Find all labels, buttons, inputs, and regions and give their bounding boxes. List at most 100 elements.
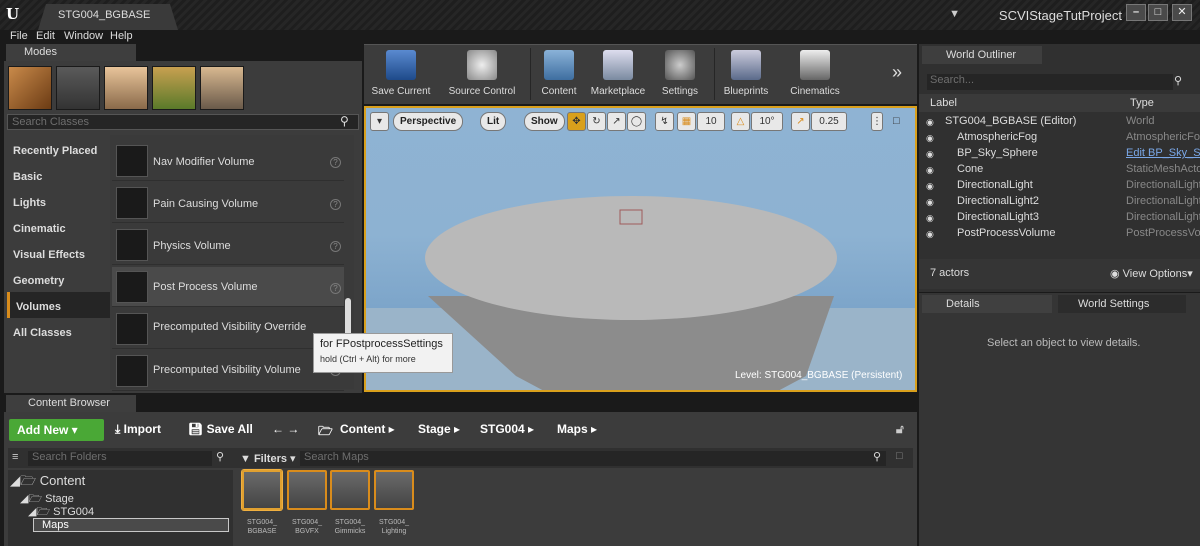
help-icon[interactable]: ?: [330, 283, 341, 294]
breadcrumb-maps[interactable]: Maps ▸: [557, 422, 597, 436]
save-current-button[interactable]: Save Current: [368, 48, 434, 100]
translate-icon[interactable]: ✥: [567, 112, 586, 131]
asset-thumbnail[interactable]: [287, 470, 327, 510]
lit-button[interactable]: Lit: [480, 112, 507, 131]
geometry-mode-icon[interactable]: [200, 66, 244, 110]
world-settings-tab[interactable]: World Settings: [1058, 295, 1186, 313]
help-icon[interactable]: ?: [330, 199, 341, 210]
search-maps-input[interactable]: Search Maps: [300, 451, 886, 466]
category-visual-effects[interactable]: Visual Effects: [7, 240, 110, 266]
place-mode-icon[interactable]: [8, 66, 52, 110]
category-volumes[interactable]: Volumes: [7, 292, 110, 318]
document-tab[interactable]: STG004_BGBASE: [38, 4, 178, 30]
foliage-mode-icon[interactable]: [152, 66, 196, 110]
outliner-row[interactable]: DirectionalLight3: [957, 211, 1039, 227]
outliner-row[interactable]: PostProcessVolume: [957, 227, 1055, 243]
grid-snap-icon[interactable]: ▦: [677, 112, 696, 131]
rotate-icon[interactable]: ↻: [587, 112, 606, 131]
breadcrumb-stg004[interactable]: STG004 ▸: [480, 422, 534, 436]
type-column-header[interactable]: Type: [1130, 97, 1154, 109]
blueprints-button[interactable]: Blueprints: [718, 48, 774, 100]
visibility-eye-icon[interactable]: ◉: [926, 197, 934, 208]
asset-label-line: BGBASE: [247, 528, 277, 535]
lock-icon[interactable]: 🔓︎: [896, 422, 904, 437]
history-back-button[interactable]: ← →: [272, 422, 299, 436]
viewport-options-button[interactable]: ▾: [370, 112, 389, 131]
paint-mode-icon[interactable]: [56, 66, 100, 110]
search-folders-input[interactable]: Search Folders: [28, 451, 212, 466]
cinematics-button[interactable]: Cinematics: [782, 48, 848, 100]
visibility-eye-icon[interactable]: ◉: [926, 213, 934, 224]
view-options-button[interactable]: ◉ View Options▾: [1110, 267, 1193, 280]
scale-snap-icon[interactable]: ↗: [791, 112, 810, 131]
perspective-button[interactable]: Perspective: [393, 112, 464, 131]
category-recently-placed[interactable]: Recently Placed: [7, 136, 110, 162]
visibility-eye-icon[interactable]: ◉: [926, 117, 934, 128]
rotation-snap-value[interactable]: 10°: [751, 112, 783, 131]
content-button[interactable]: Content: [534, 48, 584, 100]
visibility-eye-icon[interactable]: ◉: [926, 149, 934, 160]
camera-speed-icon[interactable]: ⋮: [871, 112, 883, 131]
surface-snap-icon[interactable]: ↯: [655, 112, 674, 131]
settings-icon: [665, 50, 695, 80]
toolbar-more-button[interactable]: »: [892, 62, 902, 83]
grid-snap-value[interactable]: 10: [697, 112, 725, 131]
rotation-snap-icon[interactable]: △: [731, 112, 750, 131]
visibility-eye-icon[interactable]: ◉: [926, 133, 934, 144]
outliner-row[interactable]: Cone: [957, 163, 983, 179]
visibility-eye-icon[interactable]: ◉: [926, 165, 934, 176]
save-search-icon[interactable]: □: [896, 450, 903, 462]
add-new-button[interactable]: Add New ▾: [9, 419, 104, 441]
maximize-viewport-icon[interactable]: □: [893, 115, 900, 127]
toolbar-divider: [530, 48, 531, 100]
close-button[interactable]: ✕: [1172, 4, 1192, 21]
asset-thumbnail[interactable]: [330, 470, 370, 510]
details-tab[interactable]: Details: [922, 295, 1052, 313]
outliner-row[interactable]: DirectionalLight: [957, 179, 1033, 195]
precomputed-visibility-volume-icon: [116, 355, 148, 387]
show-button[interactable]: Show: [524, 112, 565, 131]
scale-icon[interactable]: ↗: [607, 112, 626, 131]
content-browser-tab[interactable]: Content Browser: [6, 395, 136, 412]
breadcrumb-stage[interactable]: Stage ▸: [418, 422, 460, 436]
asset-thumbnail[interactable]: [374, 470, 414, 510]
outliner-search-input[interactable]: Search...: [927, 74, 1173, 90]
menu-window[interactable]: Window: [64, 30, 103, 42]
source-control-button[interactable]: Source Control: [438, 48, 526, 100]
menu-edit[interactable]: Edit: [36, 30, 55, 42]
edit-blueprint-link[interactable]: Edit BP_Sky_Sphere: [1126, 147, 1200, 159]
help-icon[interactable]: ?: [330, 241, 341, 252]
world-outliner-tab[interactable]: World Outliner: [922, 46, 1042, 64]
visibility-eye-icon[interactable]: ◉: [926, 229, 934, 240]
category-all-classes[interactable]: All Classes: [7, 318, 110, 344]
minimize-button[interactable]: –: [1126, 4, 1146, 21]
category-geometry[interactable]: Geometry: [7, 266, 110, 292]
landscape-mode-icon[interactable]: [104, 66, 148, 110]
help-icon[interactable]: ?: [330, 157, 341, 168]
world-icon[interactable]: ◯: [627, 112, 646, 131]
asset-thumbnail[interactable]: [242, 470, 282, 510]
outliner-row[interactable]: BP_Sky_Sphere: [957, 147, 1038, 163]
category-basic[interactable]: Basic: [7, 162, 110, 188]
scale-snap-value[interactable]: 0.25: [811, 112, 847, 131]
menu-help[interactable]: Help: [110, 30, 133, 42]
search-classes-input[interactable]: Search Classes: [7, 114, 359, 130]
outliner-row[interactable]: DirectionalLight2: [957, 195, 1039, 211]
maximize-button[interactable]: □: [1148, 4, 1168, 21]
sources-panel-icon[interactable]: ≡: [12, 451, 18, 463]
import-button[interactable]: ⤓ Import: [115, 422, 161, 437]
outliner-row[interactable]: STG004_BGBASE (Editor): [945, 115, 1076, 131]
label-column-header[interactable]: Label: [930, 97, 957, 109]
tree-maps[interactable]: Maps: [33, 518, 229, 532]
category-cinematic[interactable]: Cinematic: [7, 214, 110, 240]
settings-button[interactable]: Settings: [652, 48, 708, 100]
save-all-button[interactable]: 💾︎ Save All: [188, 422, 253, 436]
category-lights[interactable]: Lights: [7, 188, 110, 214]
marketplace-button[interactable]: Marketplace: [585, 48, 651, 100]
outliner-row[interactable]: AtmosphericFog: [957, 131, 1037, 147]
menu-file[interactable]: File: [10, 30, 28, 42]
modes-tab[interactable]: Modes: [6, 44, 136, 61]
visibility-eye-icon[interactable]: ◉: [926, 181, 934, 192]
filters-button[interactable]: ▼ Filters ▾: [240, 452, 296, 465]
breadcrumb-content[interactable]: Content ▸: [340, 422, 395, 436]
